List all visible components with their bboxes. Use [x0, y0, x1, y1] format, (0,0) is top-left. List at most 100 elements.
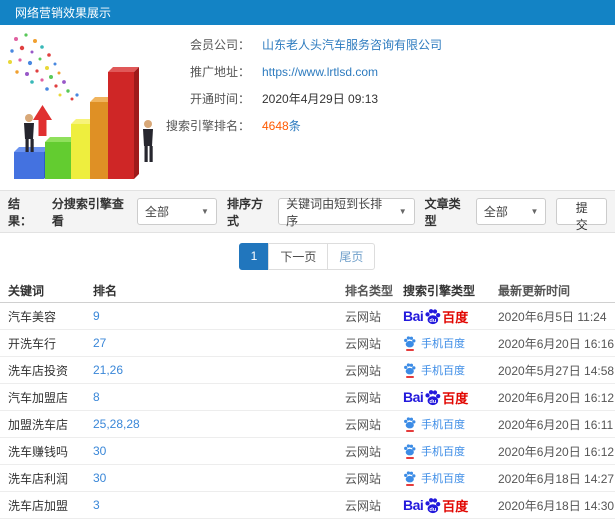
rank-link[interactable]: 30: [93, 471, 345, 485]
rank-type-cell: 云网站: [345, 390, 382, 405]
last-page-button[interactable]: 尾页: [327, 242, 376, 270]
promotion-url-link[interactable]: https://www.lrtlsd.com: [262, 65, 378, 79]
baidu-paw-icon: du: [425, 389, 441, 405]
company-link[interactable]: 山东老人头汽车服务咨询有限公司: [262, 36, 442, 53]
pagination: 1 下一页 尾页: [238, 242, 376, 270]
mobile-baidu-label: 手机百度: [421, 365, 465, 377]
table-row: 开洗车行 27 云网站 手机百度 2020年6月20日 16:16: [0, 330, 615, 357]
baidu-paw-icon: du: [425, 497, 441, 513]
rank-link[interactable]: 21,26: [93, 363, 345, 377]
baidu-logo: Bai du 百度: [403, 496, 468, 515]
keyword-cell: 洗车店投资: [8, 363, 69, 378]
rank-count-number: 4648: [262, 119, 289, 133]
baidu-logo-cn: 百度: [442, 309, 469, 325]
caret-down-icon: ▼: [530, 207, 539, 216]
caret-down-icon: ▼: [398, 207, 407, 216]
keyword-cell: 加盟洗车店: [8, 417, 69, 432]
engine-cell: Bai du 百度: [403, 307, 498, 326]
submit-button[interactable]: 提交: [556, 198, 608, 232]
info-row-open-time: 开通时间： 2020年4月29日 09:13: [150, 85, 442, 112]
header-engine-type: 搜索引擎类型: [403, 284, 476, 298]
up-arrow-icon: [33, 105, 52, 136]
baidu-logo: Bai du 百度: [403, 307, 468, 326]
article-type-select-value: 全部: [483, 205, 508, 219]
rank-link[interactable]: 27: [93, 336, 345, 350]
rank-link[interactable]: 8: [93, 390, 345, 404]
baidu-logo-bai: Bai: [403, 308, 424, 324]
baidu-paw-icon: du: [425, 308, 441, 324]
rank-link[interactable]: 3: [93, 498, 345, 512]
updated-cell: 2020年6月20日 16:16: [498, 336, 615, 351]
table-row: 洗车赚钱吗 30 云网站 手机百度 2020年6月20日 16:12: [0, 438, 615, 465]
mobile-baidu-paw-icon: [403, 335, 416, 351]
baidu-logo: Bai du 百度: [403, 388, 468, 407]
engine-select[interactable]: 全部 ▼: [136, 198, 217, 225]
next-page-button[interactable]: 下一页: [268, 242, 329, 270]
svg-text:du: du: [430, 506, 437, 512]
mobile-baidu-label: 手机百度: [421, 446, 465, 458]
engine-cell: 手机百度: [403, 416, 498, 432]
engine-filter-label: 分搜索引擎查看: [51, 196, 124, 228]
info-row-company: 会员公司： 山东老人头汽车服务咨询有限公司: [150, 31, 442, 58]
baidu-logo-bai: Bai: [403, 389, 424, 405]
table-row: 汽车美容 9 云网站 Bai du 百度 2020年6月5日 11:24: [0, 303, 615, 330]
updated-cell: 2020年6月18日 14:30: [498, 498, 615, 513]
table-row: 加盟洗车店 25,28,28 云网站 手机百度 2020年6月20日 16:11: [0, 411, 615, 438]
table-body: 汽车美容 9 云网站 Bai du 百度 2020年6月5日 11:24 开洗车行 27 云网…: [0, 303, 615, 519]
baidu-logo-cn: 百度: [442, 498, 469, 514]
rank-count-value: 4648条: [262, 117, 301, 134]
updated-cell: 2020年6月18日 14:27: [498, 471, 615, 486]
open-time-label: 开通时间：: [189, 92, 250, 106]
rank-count-label: 搜索引擎排名：: [165, 119, 250, 133]
rank-link[interactable]: 25,28,28: [93, 417, 345, 431]
info-row-rank-count: 搜索引擎排名： 4648条: [150, 112, 442, 139]
caret-down-icon: ▼: [201, 207, 209, 216]
updated-cell: 2020年6月20日 16:12: [498, 390, 615, 405]
keyword-cell: 洗车店利润: [8, 471, 69, 486]
url-label: 推广地址：: [189, 65, 250, 79]
table-row: 洗车店加盟 3 云网站 Bai du 百度 2020年6月18日 14:30: [0, 492, 615, 519]
engine-cell: 手机百度: [403, 470, 498, 486]
company-label: 会员公司：: [189, 38, 250, 52]
filter-bar: 结果： 分搜索引擎查看 全部 ▼ 排序方式 关键词由短到长排序 ▼ 文章类型 全…: [0, 190, 615, 233]
mobile-baidu-logo: 手机百度: [403, 416, 465, 432]
mobile-baidu-paw-icon: [403, 416, 416, 432]
baidu-logo-cn: 百度: [442, 390, 469, 406]
rank-type-cell: 云网站: [345, 309, 382, 324]
bar-red: [108, 67, 139, 179]
member-info: 会员公司： 山东老人头汽车服务咨询有限公司 推广地址： https://www.…: [150, 31, 442, 139]
results-table: 关键词 排名 排名类型 搜索引擎类型 最新更新时间 汽车美容 9 云网站 Bai du…: [0, 279, 615, 519]
result-label: 结果：: [8, 196, 33, 228]
updated-cell: 2020年5月27日 14:58: [498, 363, 615, 378]
header-keyword: 关键词: [8, 284, 45, 298]
rank-type-cell: 云网站: [345, 444, 382, 459]
mobile-baidu-label: 手机百度: [421, 419, 465, 431]
table-row: 汽车加盟店 8 云网站 Bai du 百度 2020年6月20日 16:12: [0, 384, 615, 411]
mobile-baidu-label: 手机百度: [421, 338, 465, 350]
pagination-wrap: 1 下一页 尾页: [0, 233, 615, 279]
engine-cell: 手机百度: [403, 362, 498, 378]
mobile-baidu-logo: 手机百度: [403, 362, 465, 378]
rank-count-unit: 条: [288, 119, 301, 133]
keyword-cell: 汽车加盟店: [8, 390, 69, 405]
info-row-url: 推广地址： https://www.lrtlsd.com: [150, 58, 442, 85]
keyword-cell: 洗车赚钱吗: [8, 444, 69, 459]
mobile-baidu-label: 手机百度: [421, 473, 465, 485]
rank-type-cell: 云网站: [345, 417, 382, 432]
sort-select[interactable]: 关键词由短到长排序 ▼: [278, 197, 415, 228]
table-header-row: 关键词 排名 排名类型 搜索引擎类型 最新更新时间: [0, 279, 615, 303]
article-type-select[interactable]: 全部 ▼: [475, 198, 547, 225]
updated-cell: 2020年6月5日 11:24: [498, 309, 607, 324]
rank-type-cell: 云网站: [345, 471, 382, 486]
page-button-current[interactable]: 1: [238, 242, 270, 270]
engine-cell: 手机百度: [403, 335, 498, 351]
title-bar: 网络营销效果展示: [0, 0, 615, 25]
rank-link[interactable]: 30: [93, 444, 345, 458]
engine-cell: Bai du 百度: [403, 496, 498, 515]
rank-type-cell: 云网站: [345, 363, 382, 378]
open-time-value: 2020年4月29日 09:13: [262, 92, 379, 106]
top-section: 会员公司： 山东老人头汽车服务咨询有限公司 推广地址： https://www.…: [0, 25, 615, 190]
table-row: 洗车店利润 30 云网站 手机百度 2020年6月18日 14:27: [0, 465, 615, 492]
rank-type-cell: 云网站: [345, 336, 382, 351]
rank-link[interactable]: 9: [93, 309, 345, 323]
